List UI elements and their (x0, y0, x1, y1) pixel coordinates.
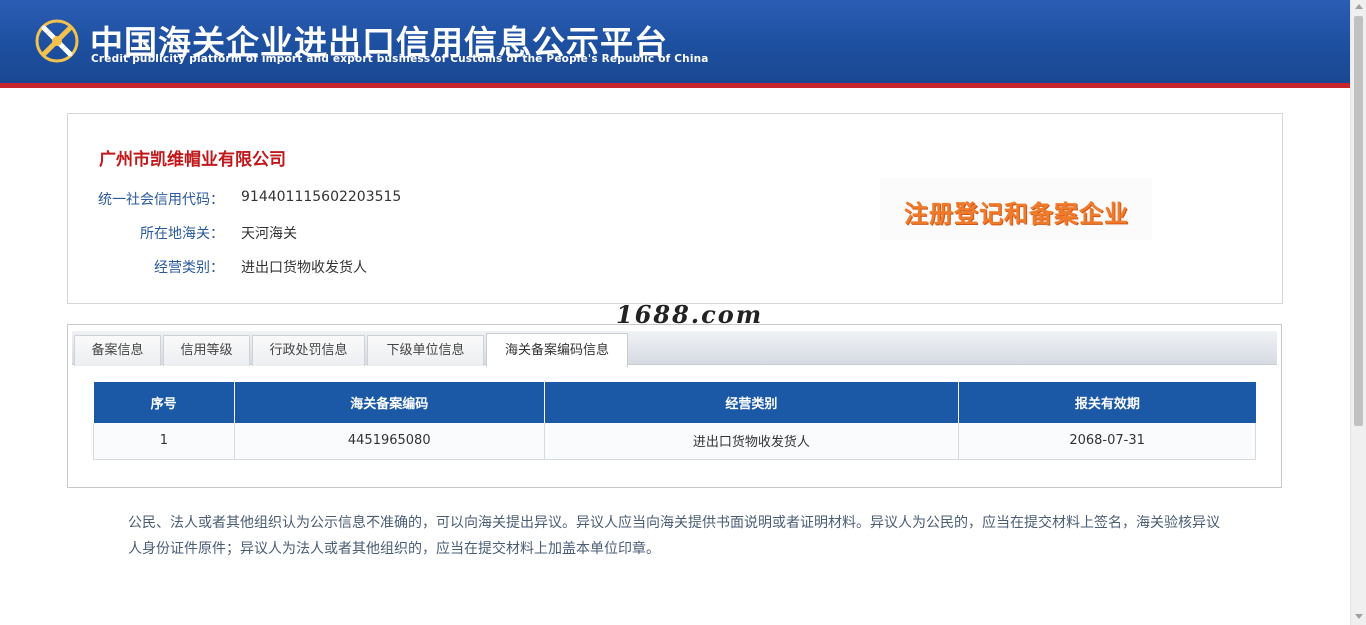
column-header-index: 序号 (93, 382, 235, 423)
tab-subsidiary-info[interactable]: 下级单位信息 (367, 335, 484, 366)
header-red-stripe (0, 83, 1350, 88)
site-header: 中国海关企业进出口信用信息公示平台 Credit publicity platf… (0, 0, 1350, 88)
column-header-validity: 报关有效期 (958, 382, 1256, 423)
table-header-row: 序号 海关备案编码 经营类别 报关有效期 (93, 382, 1256, 423)
company-name: 广州市凯维帽业有限公司 (99, 150, 286, 170)
company-info-card: 广州市凯维帽业有限公司 统一社会信用代码： 914401115602203515… (67, 113, 1283, 304)
customs-value: 天河海关 (241, 226, 297, 242)
tab-penalty-info[interactable]: 行政处罚信息 (252, 335, 365, 366)
site-subtitle-en: Credit publicity platform of import and … (91, 53, 709, 65)
customs-emblem-icon (35, 19, 79, 63)
objection-notice: 公民、法人或者其他组织认为公示信息不准确的，可以向海关提出异议。异议人应当向海关… (128, 515, 1220, 557)
cell-validity: 2068-07-31 (958, 423, 1256, 460)
scroll-thumb[interactable] (1354, 16, 1363, 426)
business-type-label: 经营类别： (154, 260, 224, 276)
business-type-value: 进出口货物收发货人 (241, 260, 367, 276)
cell-customs-code: 4451965080 (234, 423, 545, 460)
cell-business-type: 进出口货物收发货人 (544, 423, 960, 460)
tab-strip: 备案信息 信用等级 行政处罚信息 下级单位信息 海关备案编码信息 (72, 331, 1277, 367)
info-row-business-type: 经营类别： 进出口货物收发货人 (68, 257, 1284, 277)
registration-stamp: 注册登记和备案企业 (880, 178, 1152, 240)
customs-code-table: 序号 海关备案编码 经营类别 报关有效期 1 4451965080 进出口货物收… (93, 382, 1256, 460)
vertical-scrollbar[interactable] (1350, 0, 1366, 625)
registration-stamp-text: 注册登记和备案企业 (904, 200, 1129, 228)
tab-panel: 备案信息 信用等级 行政处罚信息 下级单位信息 海关备案编码信息 序号 海关备案… (67, 324, 1282, 488)
tab-credit-level[interactable]: 信用等级 (163, 335, 250, 366)
scroll-up-arrow-icon[interactable] (1355, 4, 1363, 9)
tab-customs-code-info[interactable]: 海关备案编码信息 (486, 333, 628, 367)
cell-index: 1 (93, 423, 235, 460)
credit-code-value: 914401115602203515 (241, 189, 402, 205)
tab-filing-info[interactable]: 备案信息 (74, 335, 161, 366)
table-row: 1 4451965080 进出口货物收发货人 2068-07-31 (93, 423, 1256, 460)
credit-code-label: 统一社会信用代码： (98, 192, 224, 208)
column-header-customs-code: 海关备案编码 (234, 382, 545, 423)
column-header-business-type: 经营类别 (544, 382, 960, 423)
scroll-down-arrow-icon[interactable] (1355, 614, 1363, 619)
customs-label: 所在地海关： (140, 226, 224, 242)
